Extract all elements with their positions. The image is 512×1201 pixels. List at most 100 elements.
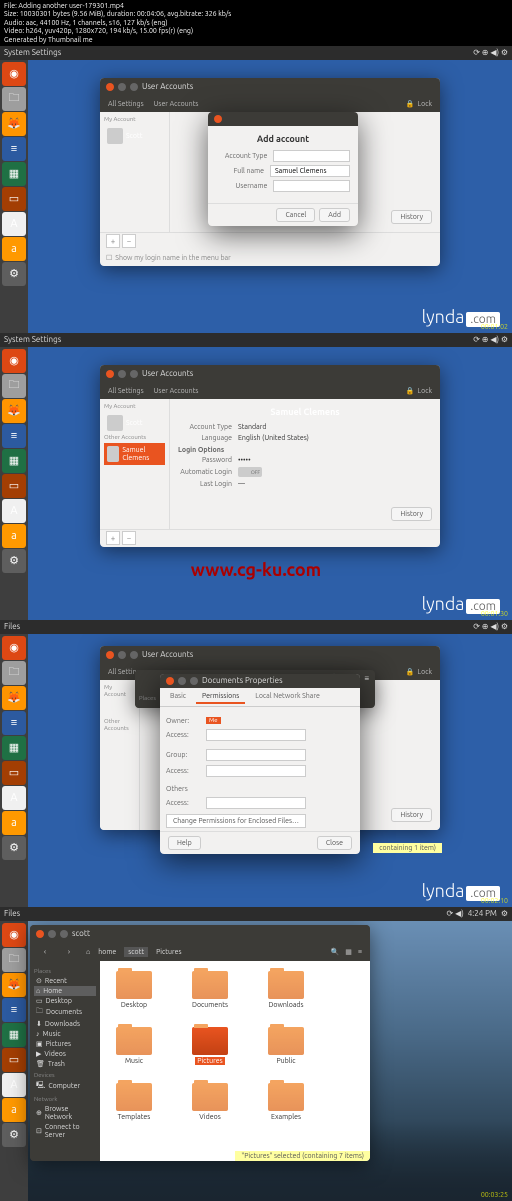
user-list-item[interactable]: Scott xyxy=(104,412,165,434)
dash-icon[interactable]: ◉ xyxy=(2,636,26,660)
calc-icon[interactable]: ▦ xyxy=(2,162,26,186)
software-icon[interactable]: A xyxy=(2,786,26,810)
add-button[interactable]: Add xyxy=(319,208,350,222)
folder-videos[interactable]: Videos xyxy=(186,1083,234,1121)
breadcrumb-home[interactable]: home xyxy=(94,947,120,957)
settings-icon[interactable]: ⚙ xyxy=(2,262,26,286)
sidebar-documents[interactable]: 🗀Documents xyxy=(34,1006,96,1019)
dash-icon[interactable]: ◉ xyxy=(2,923,26,947)
maximize-icon[interactable] xyxy=(130,651,138,659)
impress-icon[interactable]: ▭ xyxy=(2,474,26,498)
add-user-button[interactable]: + xyxy=(106,531,120,545)
sidebar-home[interactable]: ⌂Home xyxy=(34,986,96,996)
tab-share[interactable]: Local Network Share xyxy=(249,690,326,704)
panel-indicators[interactable]: ⟳ ⊕ ◀) ⚙ xyxy=(473,622,508,631)
files-icon-view[interactable]: Desktop Documents Downloads Music Pictur… xyxy=(100,961,370,1161)
dialog-titlebar[interactable] xyxy=(208,112,358,126)
menu-icon[interactable]: ≡ xyxy=(364,674,369,683)
auto-login-toggle[interactable]: OFF xyxy=(238,467,262,477)
maximize-icon[interactable] xyxy=(190,677,198,685)
folder-pictures-selected[interactable]: Pictures xyxy=(186,1027,234,1065)
window-titlebar[interactable]: User Accounts xyxy=(100,646,440,664)
amazon-icon[interactable]: a xyxy=(2,811,26,835)
all-settings-link[interactable]: All Settings xyxy=(108,387,144,395)
writer-icon[interactable]: ≡ xyxy=(2,998,26,1022)
files-icon[interactable]: 🗀 xyxy=(2,661,26,685)
history-button[interactable]: History xyxy=(391,507,432,521)
impress-icon[interactable]: ▭ xyxy=(2,187,26,211)
sidebar-browse-network[interactable]: ⊕Browse Network xyxy=(34,1104,96,1122)
panel-indicators[interactable]: ⟳ ◀) 4:24 PM ⚙ xyxy=(447,909,508,918)
others-access-select[interactable]: Access files▾ xyxy=(206,797,306,809)
files-icon[interactable]: 🗀 xyxy=(2,374,26,398)
calc-icon[interactable]: ▦ xyxy=(2,1023,26,1047)
view-grid-icon[interactable]: ▦ xyxy=(345,948,352,956)
sidebar-music[interactable]: ♪Music xyxy=(34,1029,96,1039)
close-button[interactable]: Close xyxy=(317,836,352,850)
sidebar-pictures[interactable]: ▣Pictures xyxy=(34,1039,96,1049)
sidebar-trash[interactable]: 🗑Trash xyxy=(34,1059,96,1069)
maximize-icon[interactable] xyxy=(130,83,138,91)
maximize-icon[interactable] xyxy=(60,930,68,938)
software-icon[interactable]: A xyxy=(2,1073,26,1097)
calc-icon[interactable]: ▦ xyxy=(2,449,26,473)
close-icon[interactable] xyxy=(214,115,222,123)
history-button[interactable]: History xyxy=(391,210,432,224)
window-titlebar[interactable]: User Accounts xyxy=(100,365,440,383)
tab-permissions[interactable]: Permissions xyxy=(196,690,245,704)
sidebar-computer[interactable]: 🖳Computer xyxy=(34,1080,96,1093)
firefox-icon[interactable]: 🦊 xyxy=(2,112,26,136)
lock-button[interactable]: 🔒Lock xyxy=(406,387,432,395)
close-icon[interactable] xyxy=(36,930,44,938)
calc-icon[interactable]: ▦ xyxy=(2,736,26,760)
add-user-button[interactable]: + xyxy=(106,234,120,248)
folder-desktop[interactable]: Desktop xyxy=(110,971,158,1009)
writer-icon[interactable]: ≡ xyxy=(2,424,26,448)
folder-music[interactable]: Music xyxy=(110,1027,158,1065)
close-icon[interactable] xyxy=(166,677,174,685)
sidebar-downloads[interactable]: ⬇Downloads xyxy=(34,1019,96,1029)
sidebar-videos[interactable]: ▶Videos xyxy=(34,1049,96,1059)
remove-user-button[interactable]: − xyxy=(122,531,136,545)
amazon-icon[interactable]: a xyxy=(2,524,26,548)
writer-icon[interactable]: ≡ xyxy=(2,137,26,161)
tab-basic[interactable]: Basic xyxy=(164,690,192,704)
checkbox-icon[interactable]: ☐ xyxy=(106,254,112,262)
account-type-select[interactable]: Standard▾ xyxy=(273,150,350,162)
sidebar-recent[interactable]: ⊙Recent xyxy=(34,976,96,986)
writer-icon[interactable]: ≡ xyxy=(2,711,26,735)
panel-indicators[interactable]: ⟳ ⊕ ◀) ⚙ xyxy=(473,335,508,344)
all-settings-link[interactable]: All Settings xyxy=(108,100,144,108)
remove-user-button[interactable]: − xyxy=(122,234,136,248)
username-combo[interactable]: samuelclemens▾ xyxy=(273,180,350,192)
sidebar-connect-server[interactable]: ⊡Connect to Server xyxy=(34,1122,96,1140)
group-access-select[interactable]: Access files▾ xyxy=(206,765,306,777)
firefox-icon[interactable]: 🦊 xyxy=(2,686,26,710)
group-select[interactable]: scott▾ xyxy=(206,749,306,761)
change-enclosed-button[interactable]: Change Permissions for Enclosed Files… xyxy=(166,814,306,828)
language-value[interactable]: English (United States) xyxy=(238,434,309,442)
minimize-icon[interactable] xyxy=(118,370,126,378)
cancel-button[interactable]: Cancel xyxy=(276,208,315,222)
close-icon[interactable] xyxy=(106,83,114,91)
dash-icon[interactable]: ◉ xyxy=(2,62,26,86)
firefox-icon[interactable]: 🦊 xyxy=(2,973,26,997)
account-type-value[interactable]: Standard xyxy=(238,423,266,431)
impress-icon[interactable]: ▭ xyxy=(2,1048,26,1072)
minimize-icon[interactable] xyxy=(118,651,126,659)
minimize-icon[interactable] xyxy=(118,83,126,91)
breadcrumb-pictures[interactable]: Pictures xyxy=(152,947,185,957)
folder-public[interactable]: Public xyxy=(262,1027,310,1065)
lock-button[interactable]: 🔒Lock xyxy=(406,668,432,676)
help-button[interactable]: Help xyxy=(168,836,201,850)
view-list-icon[interactable]: ≡ xyxy=(358,948,362,956)
software-icon[interactable]: A xyxy=(2,212,26,236)
close-icon[interactable] xyxy=(106,651,114,659)
panel-indicators[interactable]: ⟳ ⊕ ◀) ⚙ xyxy=(473,48,508,57)
settings-icon[interactable]: ⚙ xyxy=(2,836,26,860)
software-icon[interactable]: A xyxy=(2,499,26,523)
sidebar-desktop[interactable]: ▭Desktop xyxy=(34,996,96,1006)
breadcrumb-scott[interactable]: scott xyxy=(124,947,148,957)
dialog-titlebar[interactable]: Documents Properties xyxy=(160,674,360,688)
user-list-item-selected[interactable]: Samuel Clemens xyxy=(104,443,165,465)
